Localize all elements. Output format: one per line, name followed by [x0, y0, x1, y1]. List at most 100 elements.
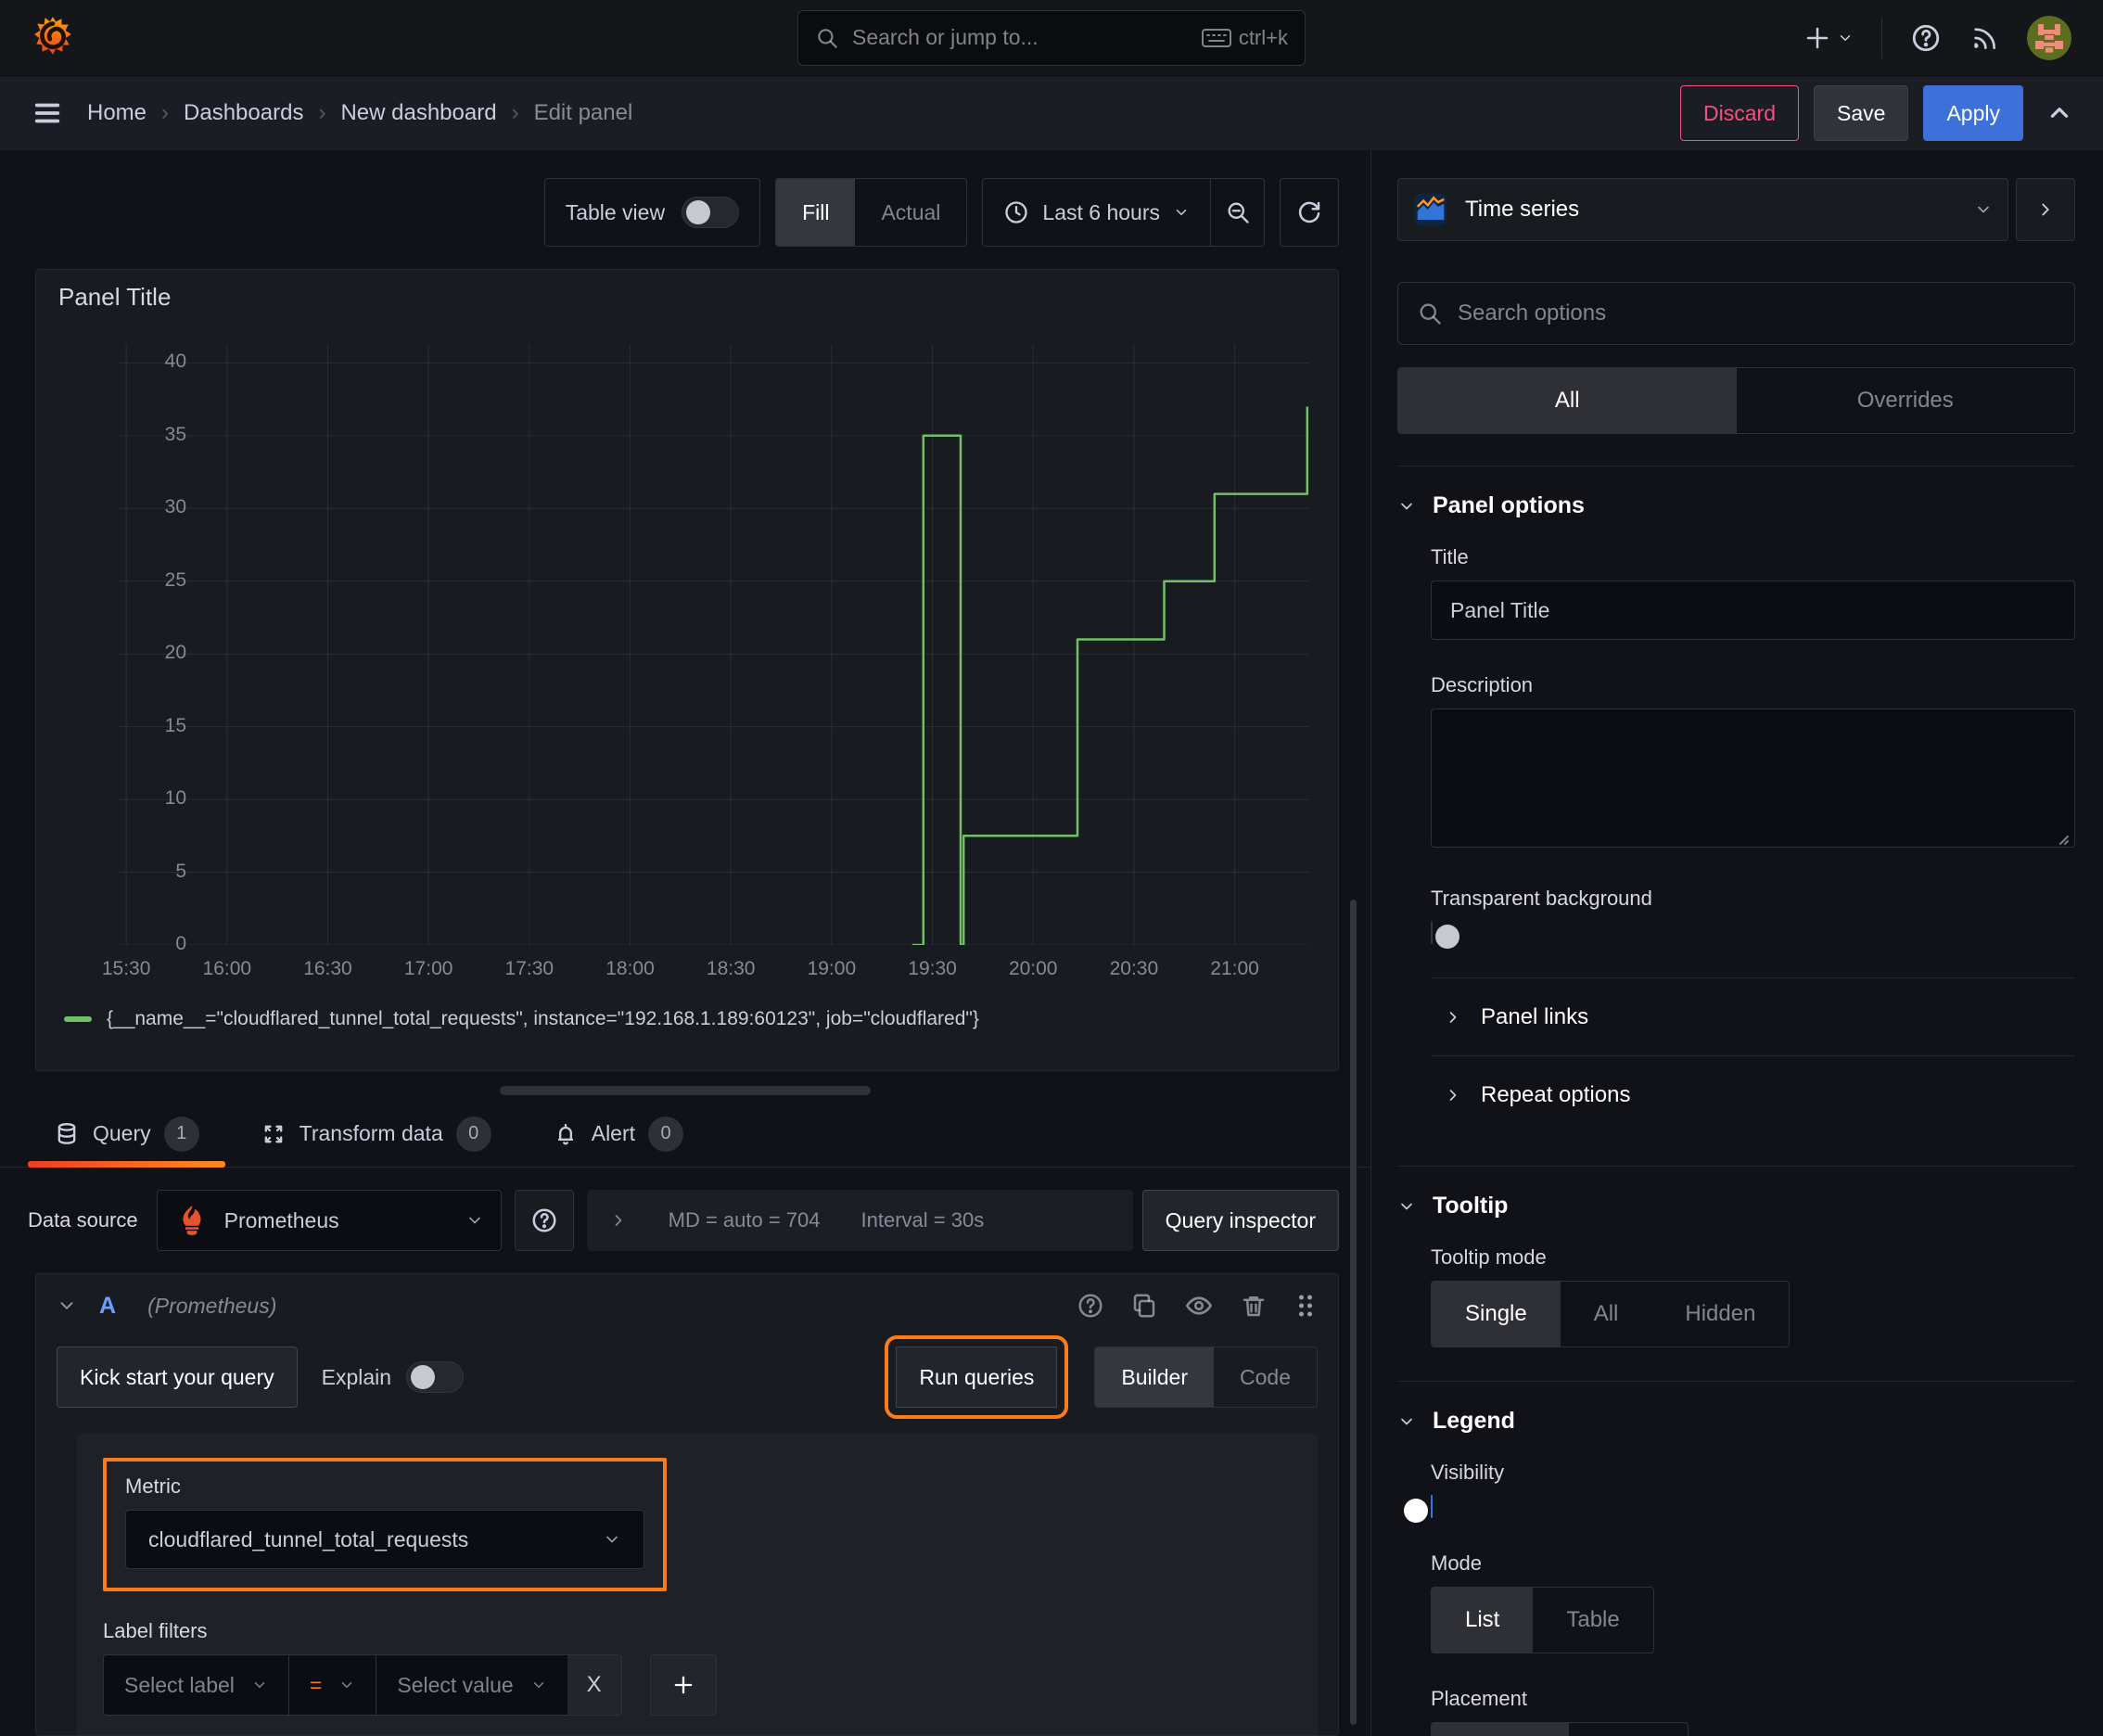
rss-icon [1974, 27, 1995, 49]
tooltip-section: Tooltip Tooltip mode Single All Hidden [1397, 1166, 2075, 1347]
trash-icon[interactable] [1240, 1292, 1268, 1320]
tab-transform-data[interactable]: Transform data 0 [235, 1101, 517, 1167]
tab-transform-label: Transform data [299, 1121, 443, 1145]
grafana-logo[interactable] [32, 14, 74, 62]
panel-options-header[interactable]: Panel options [1397, 492, 2075, 519]
options-sidebar: Time series All Overrides Panel opt [1370, 150, 2103, 1736]
zoom-out-button[interactable] [1210, 179, 1264, 246]
tooltip-hidden-option[interactable]: Hidden [1651, 1282, 1789, 1347]
chevron-right-icon [2042, 203, 2049, 216]
apply-button[interactable]: Apply [1923, 85, 2023, 141]
table-view-toggle[interactable] [682, 197, 740, 228]
panel-preview: Panel Title 0 5 10 15 20 25 30 35 40 15:30 16:00 1… [35, 269, 1339, 1071]
x-tick-label: 21:00 [1210, 958, 1259, 979]
news-button[interactable] [1969, 23, 1999, 53]
time-range-picker[interactable]: Last 6 hours [983, 179, 1210, 246]
legend-list-option[interactable]: List [1432, 1588, 1534, 1653]
chevron-down-icon [1176, 210, 1187, 215]
breadcrumb-separator: › [318, 100, 326, 125]
user-avatar[interactable] [2027, 15, 2071, 60]
eye-icon[interactable] [1184, 1291, 1214, 1321]
query-ref-id[interactable]: A [99, 1293, 116, 1320]
filter-all-tab[interactable]: All [1398, 368, 1737, 433]
x-tick-label: 19:30 [908, 958, 957, 979]
bell-icon [557, 1123, 573, 1144]
x-tick-label: 18:00 [605, 958, 655, 979]
resize-handle[interactable] [500, 1086, 871, 1095]
question-circle-icon [1912, 24, 1940, 51]
breadcrumb-bar: Home › Dashboards › New dashboard › Edit… [0, 76, 2103, 150]
options-search[interactable] [1397, 282, 2075, 345]
transparent-toggle[interactable] [1431, 921, 1433, 944]
panel-description-input[interactable] [1431, 708, 2075, 848]
fill-option[interactable]: Fill [776, 179, 856, 246]
tooltip-single-option[interactable]: Single [1432, 1282, 1561, 1347]
datasource-name: Prometheus [223, 1207, 339, 1232]
help-button[interactable] [1910, 22, 1942, 54]
refresh-button[interactable] [1280, 178, 1339, 247]
tooltip-header[interactable]: Tooltip [1397, 1193, 2075, 1219]
collapse-header-button[interactable] [2047, 101, 2071, 125]
actual-option[interactable]: Actual [855, 179, 966, 246]
menu-toggle[interactable] [32, 97, 63, 129]
chevron-down-icon [254, 1682, 265, 1688]
query-inspector-button[interactable]: Query inspector [1141, 1190, 1339, 1251]
query-editor-card: A (Prometheus) Kick start your query Exp… [35, 1273, 1339, 1736]
time-range-label: Last 6 hours [1042, 199, 1160, 224]
options-filter-tabs: All Overrides [1397, 367, 2075, 434]
builder-option[interactable]: Builder [1095, 1347, 1215, 1407]
database-icon [57, 1122, 76, 1144]
panel-links-row[interactable]: Panel links [1431, 978, 2075, 1056]
search-input[interactable] [852, 25, 1189, 50]
explain-toggle[interactable] [406, 1361, 465, 1393]
code-option[interactable]: Code [1214, 1347, 1317, 1407]
series-name[interactable]: {__name__="cloudflared_tunnel_total_requ… [107, 1008, 979, 1030]
tab-alert[interactable]: Alert 0 [527, 1101, 709, 1167]
duplicate-icon[interactable] [1130, 1292, 1158, 1320]
panel-options-section: Panel options Title Description Transpar… [1397, 466, 2075, 1134]
add-filter-button[interactable] [649, 1654, 717, 1716]
top-actions [1803, 15, 2071, 60]
metric-select[interactable]: cloudflared_tunnel_total_requests [125, 1510, 644, 1569]
operator-dropdown[interactable]: = [287, 1655, 376, 1715]
query-options-bar[interactable]: MD = auto = 704 Interval = 30s [586, 1190, 1133, 1251]
search-box[interactable]: ctrl+k [797, 9, 1306, 66]
filter-overrides-tab[interactable]: Overrides [1737, 368, 2075, 433]
placement-bottom-option[interactable]: Bottom [1432, 1723, 1570, 1736]
save-button[interactable]: Save [1814, 85, 1909, 141]
chevron-right-icon [1449, 1011, 1457, 1023]
select-label-dropdown[interactable]: Select label [104, 1655, 288, 1715]
datasource-picker[interactable]: Prometheus [156, 1190, 502, 1251]
remove-filter-button[interactable]: X [567, 1655, 621, 1715]
legend-visibility-toggle[interactable] [1431, 1495, 1433, 1518]
kickstart-button[interactable]: Kick start your query [57, 1347, 298, 1408]
tab-query[interactable]: Query 1 [28, 1101, 225, 1168]
legend-table-option[interactable]: Table [1533, 1588, 1652, 1653]
legend-header[interactable]: Legend [1397, 1408, 2075, 1435]
chevron-down-icon [1840, 34, 1851, 41]
query-help-icon[interactable] [1077, 1292, 1104, 1320]
collapse-options-button[interactable] [2016, 178, 2075, 241]
add-menu-button[interactable] [1803, 24, 1854, 52]
placement-right-option[interactable]: Right [1569, 1723, 1688, 1736]
panel-title-input[interactable] [1431, 581, 2075, 640]
run-queries-button[interactable]: Run queries [885, 1335, 1069, 1419]
legend-visibility-label: Visibility [1431, 1461, 1505, 1484]
breadcrumb-new-dashboard[interactable]: New dashboard [340, 100, 496, 126]
tooltip-all-option[interactable]: All [1561, 1282, 1652, 1347]
breadcrumb-home[interactable]: Home [87, 100, 147, 126]
datasource-help-button[interactable] [514, 1190, 574, 1251]
options-search-input[interactable] [1458, 300, 2056, 326]
drag-handle-icon[interactable] [1294, 1292, 1318, 1320]
visualization-picker[interactable]: Time series [1397, 178, 2008, 241]
select-value-dropdown[interactable]: Select value [376, 1655, 567, 1715]
breadcrumb: Home › Dashboards › New dashboard › Edit… [87, 100, 632, 126]
chevron-down-icon[interactable] [57, 1296, 77, 1316]
resize-grip-icon[interactable] [2055, 831, 2070, 846]
repeat-options-row[interactable]: Repeat options [1431, 1056, 2075, 1134]
breadcrumb-dashboards[interactable]: Dashboards [184, 100, 303, 126]
content: Table view Fill Actual Last 6 hours Pane… [0, 150, 2103, 1736]
scrollbar-thumb[interactable] [1350, 900, 1357, 1725]
series-swatch[interactable] [64, 1016, 92, 1022]
discard-button[interactable]: Discard [1680, 85, 1800, 141]
